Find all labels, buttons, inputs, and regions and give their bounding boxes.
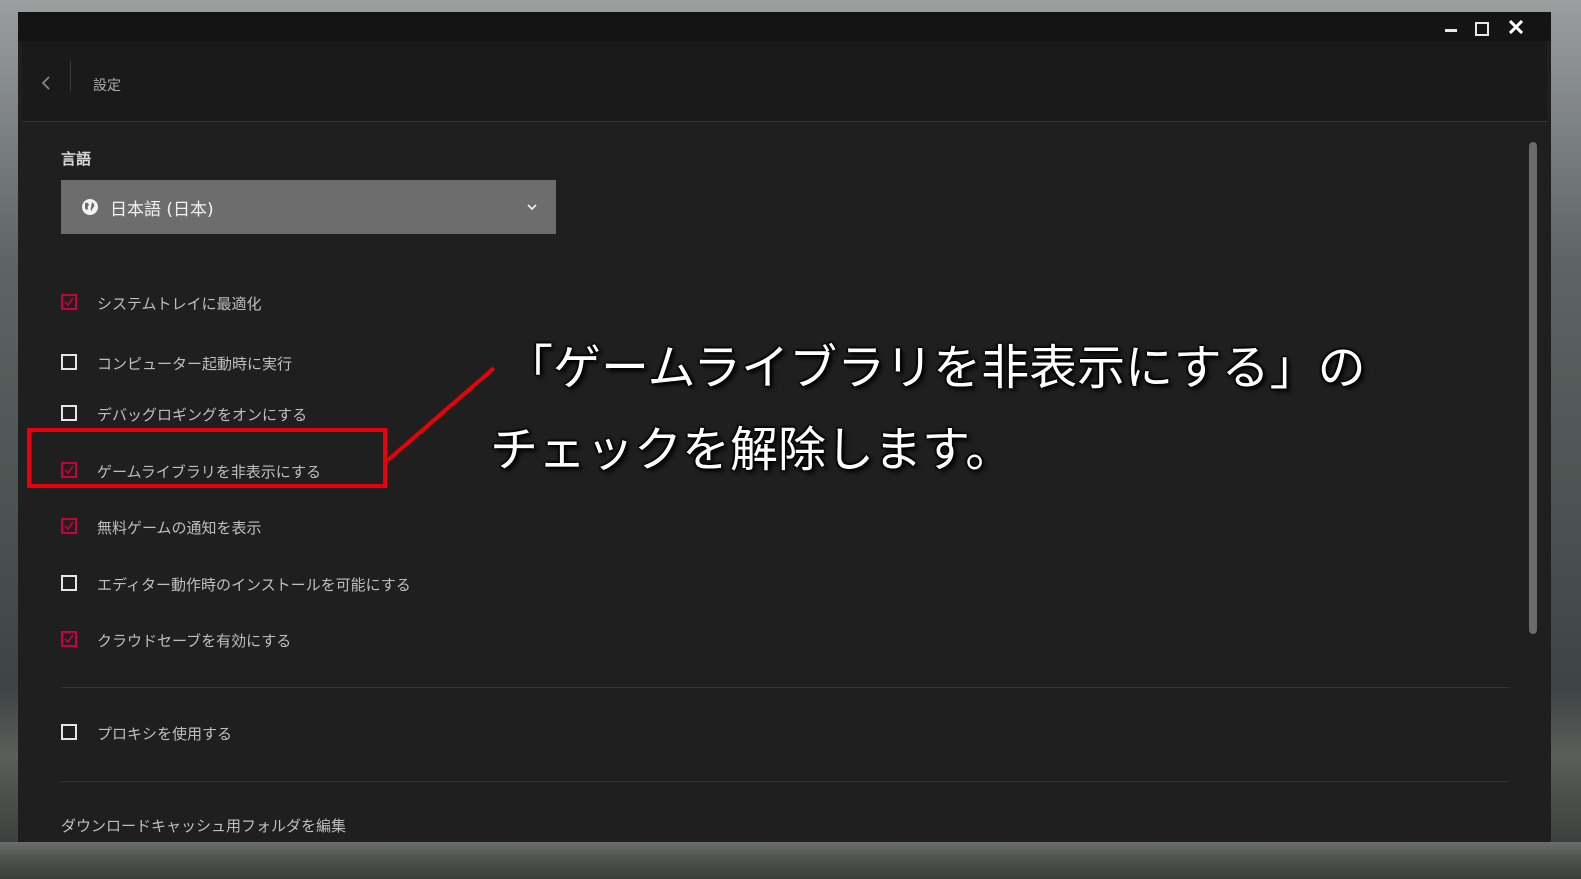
close-button[interactable] [1505,16,1527,38]
checkbox-unchecked[interactable] [61,724,77,740]
annotation-line1: 「ゲームライブラリを非表示にする」の [505,340,1366,396]
chevron-down-icon [527,204,537,211]
minimize-button[interactable] [1440,16,1462,38]
checkbox-unchecked[interactable] [61,405,77,421]
header-divider [70,61,71,91]
option-label: 無料ゲームの通知を表示 [97,519,262,537]
minimize-icon [1445,29,1457,32]
checkbox-checked[interactable] [61,518,77,534]
option-label: プロキシを使用する [97,725,233,743]
option-label: コンピューター起動時に実行 [97,355,293,373]
back-button[interactable] [40,75,52,91]
highlight-box [27,428,387,488]
language-label: 言語 [61,150,92,168]
maximize-button[interactable] [1470,16,1492,38]
option-label: システムトレイに最適化 [97,295,262,313]
checkbox-checked[interactable] [61,631,77,647]
header: 設定 [22,41,1547,122]
edit-download-cache-link[interactable]: ダウンロードキャッシュ用フォルダを編集 [61,815,346,836]
language-dropdown[interactable]: 日本語 (日本) [61,180,556,234]
globe-icon [82,199,98,215]
option-label: クラウドセーブを有効にする [97,632,292,650]
desktop-background [0,842,1581,879]
scrollbar[interactable] [1529,142,1537,634]
annotation-line2: チェックを解除します。 [490,422,1014,478]
divider [61,687,1509,688]
page-title: 設定 [93,78,121,94]
option-label: エディター動作時のインストールを可能にする [97,576,411,594]
language-value: 日本語 (日本) [110,200,214,220]
divider [61,781,1509,782]
title-bar [18,12,1551,41]
checkbox-checked[interactable] [61,294,77,310]
close-icon [1509,20,1523,34]
checkbox-unchecked[interactable] [61,354,77,370]
option-label: デバッグロギングをオンにする [97,406,308,424]
maximize-icon [1475,22,1489,36]
checkbox-unchecked[interactable] [61,575,77,591]
chevron-left-icon [41,76,50,90]
